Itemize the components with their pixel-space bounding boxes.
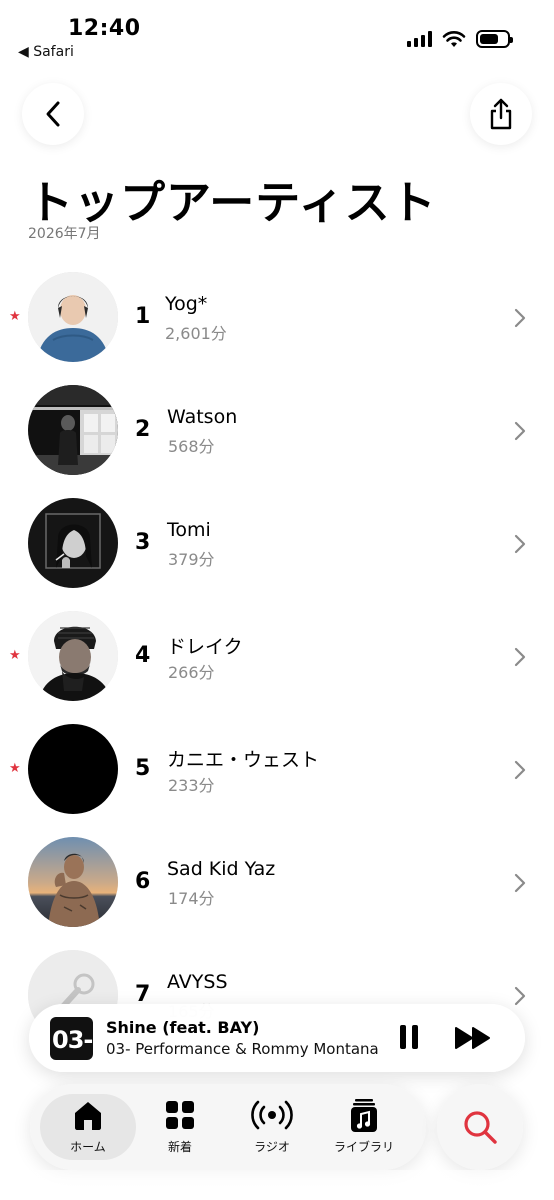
artist-avatar bbox=[28, 272, 118, 362]
wifi-icon bbox=[442, 31, 466, 47]
artist-avatar bbox=[28, 385, 118, 475]
mini-player[interactable]: 03- Shine (feat. BAY) 03- Performance & … bbox=[29, 1004, 525, 1072]
tab-label: 新着 bbox=[167, 1140, 192, 1154]
artist-name: Tomi bbox=[167, 519, 211, 541]
cellular-signal-icon bbox=[407, 31, 432, 47]
artist-name: ドレイク bbox=[167, 636, 243, 658]
artist-avatar bbox=[28, 837, 118, 927]
artist-minutes: 233分 bbox=[168, 776, 215, 795]
artist-minutes: 2,601分 bbox=[165, 324, 227, 343]
artist-name: Sad Kid Yaz bbox=[167, 858, 276, 880]
artist-row[interactable]: ★ 4 ドレイク 266分 bbox=[0, 601, 554, 714]
chevron-right-icon bbox=[514, 534, 526, 554]
battery-icon bbox=[476, 30, 513, 48]
music-note-icon bbox=[351, 1099, 377, 1132]
artist-row[interactable]: 2 Watson 568分 bbox=[0, 375, 554, 488]
status-bar: 12:40 ◀ Safari bbox=[0, 0, 554, 70]
tab-home[interactable]: ホーム bbox=[40, 1094, 136, 1160]
now-playing-title: Shine (feat. BAY) bbox=[106, 1018, 260, 1037]
radio-icon bbox=[251, 1100, 293, 1130]
home-icon bbox=[75, 1102, 101, 1130]
pause-icon[interactable] bbox=[397, 1023, 421, 1051]
artist-rank: 2 bbox=[135, 417, 151, 442]
page-title: トップアーティスト bbox=[28, 176, 437, 229]
tab-library[interactable]: ライブラリ bbox=[316, 1094, 412, 1160]
artist-rank: 1 bbox=[135, 304, 151, 329]
tab-label: ライブラリ bbox=[333, 1140, 394, 1154]
artwork-text: 03- bbox=[52, 1026, 93, 1054]
favorite-star-icon: ★ bbox=[9, 761, 21, 776]
now-playing-artwork: 03- bbox=[50, 1017, 93, 1060]
artist-name: AVYSS bbox=[167, 971, 228, 993]
tab-label: ホーム bbox=[70, 1140, 106, 1154]
back-to-safari-link[interactable]: ◀ Safari bbox=[18, 44, 74, 60]
artist-rank: 3 bbox=[135, 530, 151, 555]
artist-row[interactable]: 6 Sad Kid Yaz 174分 bbox=[0, 827, 554, 940]
now-playing-artist: 03- Performance & Rommy Montana bbox=[106, 1040, 379, 1058]
tab-new[interactable]: 新着 bbox=[132, 1094, 228, 1160]
artist-avatar bbox=[28, 611, 118, 701]
back-button[interactable] bbox=[22, 83, 84, 145]
artist-minutes: 266分 bbox=[168, 663, 215, 682]
artist-row[interactable]: 3 Tomi 379分 bbox=[0, 488, 554, 601]
chevron-right-icon bbox=[514, 647, 526, 667]
chevron-right-icon bbox=[514, 308, 526, 328]
artist-name: Watson bbox=[167, 406, 238, 428]
page-subtitle: 2026年7月 bbox=[28, 226, 101, 242]
tab-bar: ホーム 新着 ラジオ ライブラリ bbox=[30, 1084, 426, 1170]
artist-row[interactable]: ★ 1 Yog* 2,601分 bbox=[0, 262, 554, 375]
artist-avatar bbox=[28, 724, 118, 814]
share-button[interactable] bbox=[470, 83, 532, 145]
artist-row[interactable]: ★ 5 カニエ・ウェスト 233分 bbox=[0, 714, 554, 827]
share-icon bbox=[490, 98, 512, 130]
search-button[interactable] bbox=[437, 1084, 523, 1170]
artist-minutes: 568分 bbox=[168, 437, 215, 456]
chevron-left-icon bbox=[46, 101, 60, 127]
artist-name: Yog* bbox=[165, 293, 208, 315]
chevron-right-icon bbox=[514, 421, 526, 441]
status-time: 12:40 bbox=[68, 16, 141, 41]
artist-avatar bbox=[28, 498, 118, 588]
status-icons bbox=[407, 30, 513, 48]
favorite-star-icon: ★ bbox=[9, 648, 21, 663]
search-icon bbox=[464, 1111, 497, 1144]
chevron-right-icon bbox=[514, 760, 526, 780]
artist-rank: 5 bbox=[135, 756, 151, 781]
bottom-fade bbox=[0, 1170, 554, 1200]
tab-label: ラジオ bbox=[254, 1140, 290, 1154]
artist-rank: 6 bbox=[135, 869, 151, 894]
artist-minutes: 174分 bbox=[168, 889, 215, 908]
tab-radio[interactable]: ラジオ bbox=[224, 1094, 320, 1160]
artist-name: カニエ・ウェスト bbox=[167, 749, 320, 771]
fast-forward-icon[interactable] bbox=[454, 1026, 492, 1050]
grid-icon bbox=[166, 1101, 194, 1129]
chevron-right-icon bbox=[514, 986, 526, 1006]
favorite-star-icon: ★ bbox=[9, 309, 21, 324]
chevron-right-icon bbox=[514, 873, 526, 893]
artist-rank: 4 bbox=[135, 643, 151, 668]
artist-minutes: 379分 bbox=[168, 550, 215, 569]
